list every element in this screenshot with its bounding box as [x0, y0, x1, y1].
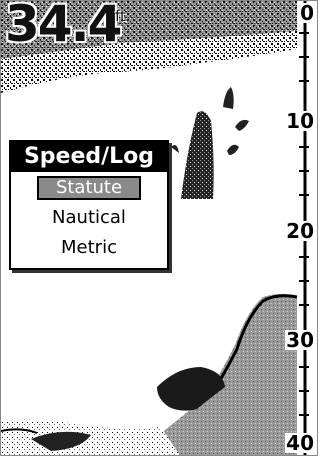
- menu-option-nautical[interactable]: Nautical: [11, 206, 167, 230]
- depth-scale-label: 20: [285, 219, 315, 243]
- fish-arch: [171, 145, 179, 153]
- depth-scale-label: 10: [285, 109, 315, 133]
- fish-arch: [227, 144, 239, 155]
- menu-option-metric[interactable]: Metric: [11, 236, 167, 260]
- depth-scale-label: 30: [285, 328, 315, 352]
- menu-option-statute[interactable]: Statute: [37, 176, 141, 200]
- speed-log-menu: Speed/Log Statute Nautical Metric: [9, 140, 169, 270]
- depth-unit: ft: [115, 7, 126, 25]
- menu-title: Speed/Log: [11, 142, 167, 172]
- depth-readout: 34.4: [5, 0, 122, 53]
- fish-arch: [223, 87, 234, 109]
- depth-scale-label: 0: [299, 1, 315, 25]
- bottom-floor: [1, 419, 180, 455]
- bait-column: [181, 111, 214, 199]
- fish-arch: [235, 119, 249, 131]
- sonar-screen: 34.4 ft 0 10 20 30 40 Speed/Log Statute …: [0, 0, 318, 456]
- depth-scale-label: 40: [285, 431, 315, 455]
